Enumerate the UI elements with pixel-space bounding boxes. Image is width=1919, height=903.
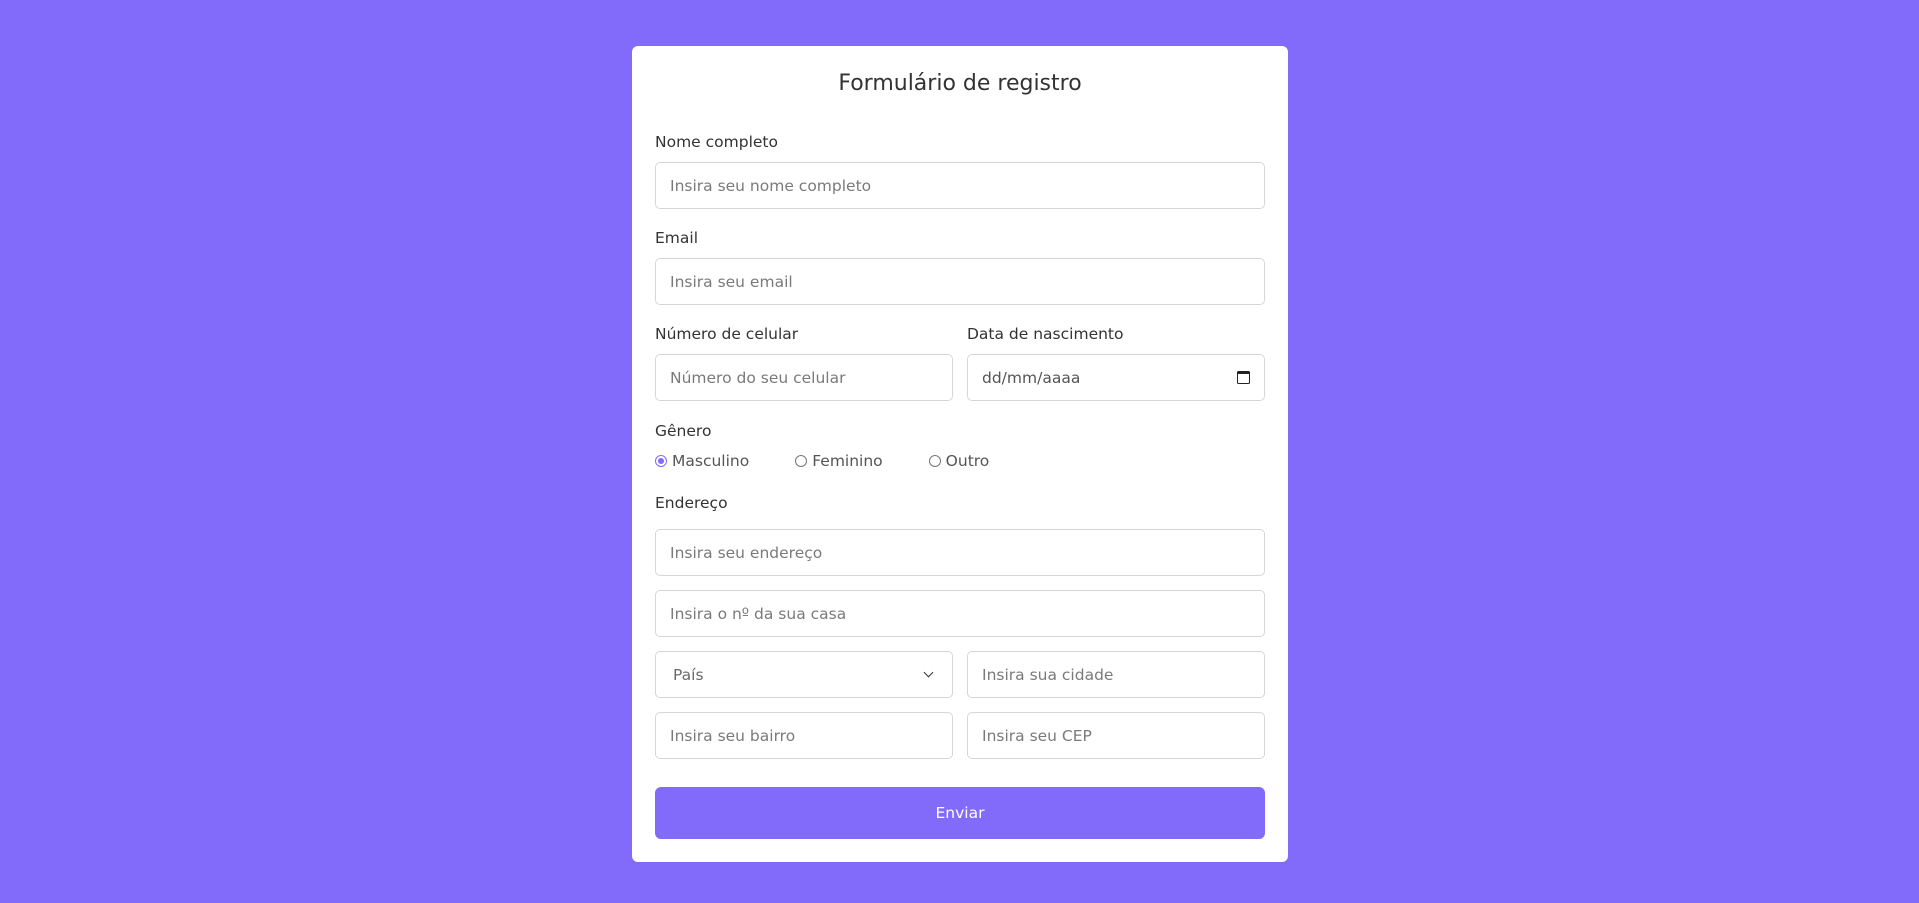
street-input[interactable] bbox=[670, 530, 1250, 575]
full-name-input[interactable] bbox=[670, 163, 1250, 208]
full-name-label: Nome completo bbox=[655, 133, 778, 151]
calendar-icon[interactable] bbox=[1237, 371, 1250, 384]
zip-field[interactable] bbox=[967, 712, 1265, 759]
gender-option-other[interactable]: Outro bbox=[928, 452, 990, 470]
radio-female[interactable] bbox=[795, 455, 808, 467]
house-number-input[interactable] bbox=[670, 591, 1250, 636]
gender-label: Gênero bbox=[655, 422, 712, 440]
gender-option-male[interactable]: Masculino bbox=[655, 452, 749, 470]
birth-date-value: dd/mm/aaaa bbox=[982, 368, 1081, 387]
registration-card: Formulário de registro Nome completo Ema… bbox=[632, 46, 1288, 862]
street-field[interactable] bbox=[655, 529, 1265, 576]
gender-option-label: Masculino bbox=[672, 452, 750, 470]
email-input[interactable] bbox=[670, 259, 1250, 304]
birth-date-field[interactable]: dd/mm/aaaa bbox=[967, 354, 1265, 401]
gender-option-female[interactable]: Feminino bbox=[795, 452, 883, 470]
address-label: Endereço bbox=[655, 494, 728, 512]
full-name-field[interactable] bbox=[655, 162, 1265, 209]
submit-button[interactable]: Enviar bbox=[655, 787, 1265, 839]
chevron-down-icon bbox=[923, 667, 934, 678]
gender-option-label: Feminino bbox=[812, 452, 883, 470]
radio-other[interactable] bbox=[928, 455, 941, 467]
house-number-field[interactable] bbox=[655, 590, 1265, 637]
city-input[interactable] bbox=[982, 652, 1250, 697]
email-label: Email bbox=[655, 229, 699, 247]
phone-input[interactable] bbox=[670, 355, 938, 400]
zip-input[interactable] bbox=[982, 713, 1250, 758]
phone-label: Número de celular bbox=[655, 325, 799, 343]
gender-option-label: Outro bbox=[945, 452, 990, 470]
radio-male[interactable] bbox=[655, 455, 667, 467]
gender-radio-group: Masculino Feminino Outro bbox=[655, 452, 1035, 470]
country-select[interactable]: País bbox=[655, 651, 953, 698]
birth-date-label: Data de nascimento bbox=[967, 325, 1124, 343]
email-field[interactable] bbox=[655, 258, 1265, 305]
neighborhood-input[interactable] bbox=[670, 713, 938, 758]
city-field[interactable] bbox=[967, 651, 1265, 698]
neighborhood-field[interactable] bbox=[655, 712, 953, 759]
country-select-value: País bbox=[673, 665, 704, 684]
form-title: Formulário de registro bbox=[838, 71, 1082, 96]
phone-field[interactable] bbox=[655, 354, 953, 401]
